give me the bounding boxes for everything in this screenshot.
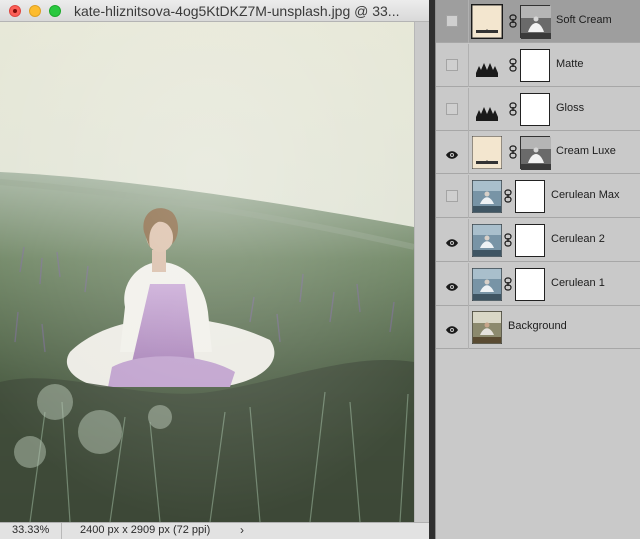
adjustment-layer-icon[interactable] [472, 49, 502, 82]
layer-name: Background [508, 320, 567, 333]
mask-link-icon[interactable] [509, 145, 517, 159]
layer-name: Matte [556, 57, 584, 70]
mask-link-icon[interactable] [509, 101, 517, 116]
visibility-column-divider [468, 0, 469, 43]
layers-panel: Soft Cream Matte Gloss Cream Luxe Cerulean M… [435, 0, 640, 539]
visibility-toggle-box[interactable] [446, 190, 458, 202]
layer-mask-thumbnail[interactable] [515, 180, 545, 213]
layer-row-cerulean-max[interactable]: Cerulean Max [436, 175, 640, 218]
layer-name: Cream Luxe [556, 145, 616, 158]
layer-name: Cerulean Max [551, 189, 620, 201]
status-menu-arrow-icon[interactable]: › [240, 523, 244, 537]
layer-mask-thumbnail[interactable] [520, 136, 551, 171]
visibility-column-divider [468, 175, 469, 218]
layer-thumbnail[interactable] [472, 136, 502, 170]
layer-row-cream-luxe[interactable]: Cream Luxe [436, 131, 640, 175]
visibility-toggle-box[interactable] [446, 15, 458, 27]
visibility-toggle-box[interactable] [446, 102, 458, 115]
layer-name: Cerulean 1 [551, 276, 605, 289]
visibility-eye-icon[interactable] [445, 147, 459, 159]
layer-mask-thumbnail[interactable] [520, 48, 550, 82]
mask-link-icon[interactable] [504, 276, 512, 291]
document-title: kate-hliznitsova-4og5KtDKZ7M-unsplash.jp… [74, 3, 400, 19]
canvas-edge [414, 22, 429, 522]
mask-link-icon[interactable] [504, 233, 512, 247]
layer-name: Cerulean 2 [551, 232, 605, 245]
layer-mask-thumbnail[interactable] [515, 267, 545, 301]
layer-name: Gloss [556, 101, 585, 114]
document-window: kate-hliznitsova-4og5KtDKZ7M-unsplash.jp… [0, 0, 429, 539]
layer-row-matte[interactable]: Matte [436, 43, 640, 87]
visibility-toggle-box[interactable] [446, 58, 458, 71]
mask-link-icon[interactable] [509, 14, 517, 28]
layer-row-cerulean-2[interactable]: Cerulean 2 [436, 218, 640, 262]
layer-thumbnail[interactable] [471, 4, 503, 39]
layer-thumbnail[interactable] [472, 180, 502, 213]
minimize-window-button[interactable] [29, 5, 41, 17]
layer-name: Soft Cream [556, 14, 612, 26]
layer-thumbnail[interactable] [472, 311, 502, 345]
visibility-eye-icon[interactable] [445, 322, 459, 334]
layer-row-gloss[interactable]: Gloss [436, 87, 640, 131]
visibility-column-divider [468, 87, 469, 131]
layer-row-soft-cream[interactable]: Soft Cream [436, 0, 640, 43]
visibility-eye-icon[interactable] [445, 235, 459, 247]
zoom-level-field[interactable]: 33.33% [0, 523, 62, 539]
title-bar[interactable]: kate-hliznitsova-4og5KtDKZ7M-unsplash.jp… [0, 0, 429, 22]
layer-row-cerulean-1[interactable]: Cerulean 1 [436, 262, 640, 306]
layer-thumbnail[interactable] [472, 267, 502, 301]
status-bar: 33.33% 2400 px x 2909 px (72 ppi) › [0, 522, 429, 539]
visibility-column-divider [468, 262, 469, 306]
layer-mask-thumbnail[interactable] [515, 223, 545, 257]
layer-mask-thumbnail[interactable] [520, 92, 550, 126]
visibility-column-divider [468, 306, 469, 350]
visibility-eye-icon[interactable] [445, 279, 459, 291]
visibility-column-divider [468, 43, 469, 87]
layer-mask-thumbnail[interactable] [520, 5, 551, 39]
layer-thumbnail[interactable] [472, 223, 502, 257]
layers-panel-empty-area [436, 351, 640, 539]
zoom-window-button[interactable] [49, 5, 61, 17]
layer-row-background[interactable]: Background [436, 306, 640, 350]
mask-link-icon[interactable] [509, 58, 517, 72]
visibility-column-divider [468, 218, 469, 262]
adjustment-layer-icon[interactable] [472, 93, 502, 126]
visibility-column-divider [468, 131, 469, 175]
photo-woman-in-meadow [0, 22, 414, 522]
document-info: 2400 px x 2909 px (72 ppi) [80, 524, 211, 536]
image-canvas[interactable] [0, 22, 414, 522]
close-window-button[interactable] [9, 5, 21, 17]
mask-link-icon[interactable] [504, 189, 512, 203]
